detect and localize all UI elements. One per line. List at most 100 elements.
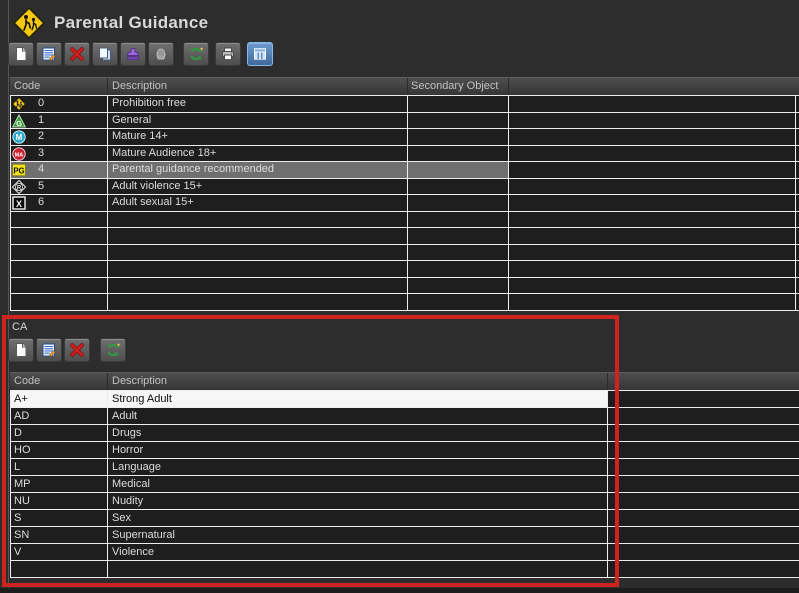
ca-row-violence[interactable]: V Violence	[10, 544, 799, 561]
grid-column-line	[10, 96, 11, 311]
delete-x-icon	[69, 342, 85, 358]
table-row-mature-audience[interactable]: MA 3 Mature Audience 18+	[10, 146, 799, 163]
ca-refresh-button[interactable]	[100, 338, 126, 362]
new-document-icon	[13, 46, 29, 62]
description-cell: Prohibition free	[112, 97, 186, 109]
ca-edit-record-button[interactable]	[36, 338, 62, 362]
code-cell: 0	[38, 97, 44, 109]
description-cell: Horror	[112, 444, 143, 456]
m-circle-badge-icon: M	[12, 130, 26, 144]
code-cell: S	[14, 512, 21, 524]
description-cell: Mature Audience 18+	[112, 147, 216, 159]
panel-left-border	[8, 0, 9, 588]
empty-table-row[interactable]	[10, 228, 799, 245]
grid-column-line	[107, 96, 108, 311]
empty-table-row[interactable]	[10, 561, 799, 578]
grid-column-line	[107, 391, 108, 578]
code-cell: D	[14, 427, 22, 439]
stamp-button[interactable]	[120, 42, 146, 66]
table-row-adult-violence[interactable]: R 5 Adult violence 15+	[10, 179, 799, 196]
ca-row-drugs[interactable]: D Drugs	[10, 425, 799, 442]
crossing-diamond-badge-icon	[12, 97, 26, 111]
svg-text:X: X	[16, 199, 22, 209]
column-header-code[interactable]: Code	[14, 80, 40, 92]
description-cell: Nudity	[112, 495, 143, 507]
description-cell: Supernatural	[112, 529, 175, 541]
ca-column-header-description[interactable]: Description	[112, 375, 167, 387]
code-cell: NU	[14, 495, 30, 507]
disabled-stamp-button[interactable]	[148, 42, 174, 66]
ca-row-sex[interactable]: S Sex	[10, 510, 799, 527]
header-separator	[508, 78, 509, 95]
description-cell: Adult violence 15+	[112, 180, 202, 192]
description-cell: Mature 14+	[112, 130, 168, 142]
pg-square-badge-icon: PG	[12, 163, 26, 177]
grid-view-toggle-button[interactable]	[247, 42, 273, 66]
printer-icon	[220, 46, 236, 62]
code-cell: 1	[38, 114, 44, 126]
x-square-badge-icon: X	[12, 196, 26, 210]
ca-row-nudity[interactable]: NU Nudity	[10, 493, 799, 510]
edit-record-button[interactable]	[36, 42, 62, 66]
ca-row-supernatural[interactable]: SN Supernatural	[10, 527, 799, 544]
table-row-prohibition-free[interactable]: 0 Prohibition free	[10, 96, 799, 113]
header-separator	[107, 78, 108, 95]
gray-hand-icon	[153, 46, 169, 62]
code-cell: SN	[14, 529, 29, 541]
empty-table-row[interactable]	[10, 294, 799, 311]
code-cell: L	[14, 461, 20, 473]
selection-highlight	[10, 391, 607, 407]
ca-delete-record-button[interactable]	[64, 338, 90, 362]
svg-text:PG: PG	[13, 166, 24, 175]
svg-text:R: R	[17, 185, 22, 191]
table-row-adult-sexual[interactable]: X 6 Adult sexual 15+	[10, 195, 799, 212]
edit-document-icon	[41, 46, 57, 62]
code-cell: 2	[38, 130, 44, 142]
ca-row-language[interactable]: L Language	[10, 459, 799, 476]
ca-row-medical[interactable]: MP Medical	[10, 476, 799, 493]
code-cell: A+	[14, 393, 28, 405]
table-row-general[interactable]: G 1 General	[10, 113, 799, 130]
code-cell: 6	[38, 196, 44, 208]
copy-record-button[interactable]	[92, 42, 118, 66]
column-header-secondary-object[interactable]: Secondary Object	[411, 80, 498, 92]
empty-table-row[interactable]	[10, 245, 799, 262]
ca-row-strong-adult-selected[interactable]: A+ Strong Adult	[10, 391, 799, 408]
grid-column-line	[508, 96, 509, 311]
ca-column-header-code[interactable]: Code	[14, 375, 40, 387]
empty-table-row[interactable]	[10, 261, 799, 278]
table-row-mature[interactable]: M 2 Mature 14+	[10, 129, 799, 146]
code-cell: 4	[38, 163, 44, 175]
ca-row-horror[interactable]: HO Horror	[10, 442, 799, 459]
code-cell: MP	[14, 478, 31, 490]
ca-row-adult[interactable]: AD Adult	[10, 408, 799, 425]
ma-circle-badge-icon: MA	[12, 147, 26, 161]
table-row-parental-guidance-selected[interactable]: PG 4 Parental guidance recommended	[10, 162, 799, 179]
new-record-button[interactable]	[8, 42, 34, 66]
code-cell: 3	[38, 147, 44, 159]
edit-document-icon	[41, 342, 57, 358]
code-cell: 5	[38, 180, 44, 192]
ca-grid-header: Code Description	[10, 372, 799, 390]
code-cell: HO	[14, 444, 31, 456]
refresh-icon	[188, 46, 204, 62]
print-button[interactable]	[215, 42, 241, 66]
main-grid-rows: 0 Prohibition free G 1 General M 2 Matur…	[10, 95, 799, 311]
header-separator	[407, 78, 408, 95]
taskbar-sliver	[0, 588, 799, 593]
grid-column-line	[407, 96, 408, 311]
g-triangle-badge-icon: G	[12, 114, 26, 128]
description-cell: Drugs	[112, 427, 141, 439]
description-cell: Language	[112, 461, 161, 473]
empty-table-row[interactable]	[10, 278, 799, 295]
r-diamond-badge-icon: R	[12, 180, 26, 194]
refresh-button[interactable]	[183, 42, 209, 66]
column-header-description[interactable]: Description	[112, 80, 167, 92]
ca-new-record-button[interactable]	[8, 338, 34, 362]
description-cell: Parental guidance recommended	[112, 163, 274, 175]
ca-grid-rows: A+ Strong Adult AD Adult D Drugs HO Horr…	[10, 390, 799, 578]
header-separator	[607, 373, 608, 390]
empty-table-row[interactable]	[10, 212, 799, 229]
ca-panel-label: CA	[12, 321, 27, 333]
delete-record-button[interactable]	[64, 42, 90, 66]
